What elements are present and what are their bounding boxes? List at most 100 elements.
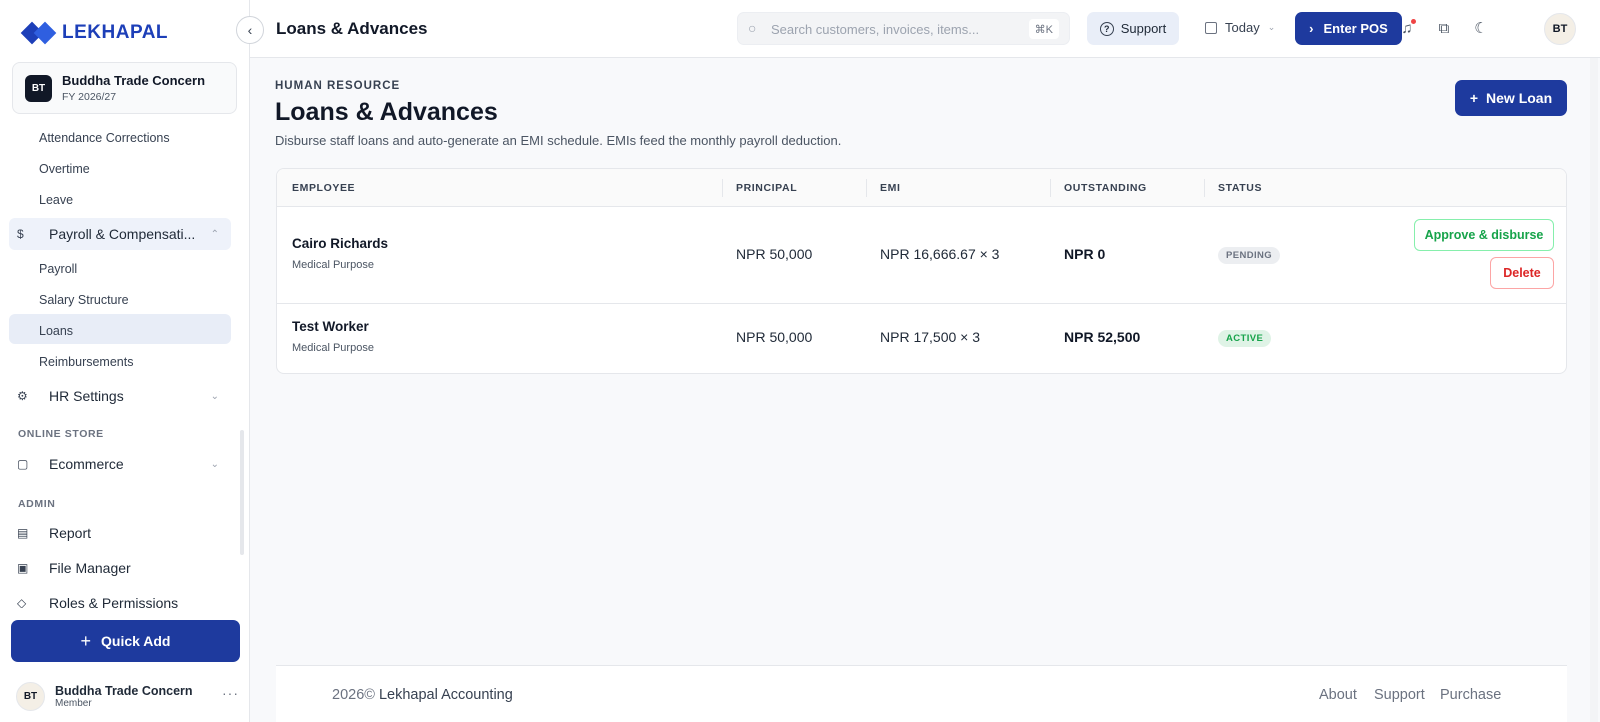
search-box[interactable]: ○ ⌘K [737,12,1070,45]
chevron-left-icon: ‹ [247,22,253,38]
column-header-employee[interactable]: EMPLOYEE [292,182,355,194]
sidebar-item-roles[interactable]: ◇ Roles & Permissions [9,587,231,608]
page-eyebrow: HUMAN RESOURCE [275,80,401,92]
sidebar-item-label: File Manager [49,560,131,576]
enter-pos-button[interactable]: › Enter POS [1295,12,1402,45]
collapse-sidebar-button[interactable]: ‹ [236,16,264,44]
outstanding-value: NPR 0 [1064,246,1106,262]
table-header: EMPLOYEE PRINCIPAL EMI OUTSTANDING STATU… [277,169,1566,207]
sidebar-group-label: Ecommerce [49,456,124,472]
avatar[interactable]: BT [1544,13,1576,45]
sidebar: LEKHAPAL BT Buddha Trade Concern FY 2026… [0,0,250,722]
topbar: Loans & Advances ○ ⌘K ? Support Today ⌄ … [250,0,1600,58]
theme-toggle[interactable]: ☾ [1471,18,1491,38]
support-label: Support [1120,21,1167,36]
sidebar-group-ecommerce[interactable]: ▢ Ecommerce ⌄ [9,448,231,480]
notifications-button[interactable]: ♫ [1397,18,1417,38]
sidebar-group-label: Payroll & Compensati... [49,226,196,242]
column-divider [1204,179,1205,197]
user-menu[interactable]: BT Buddha Trade Concern Member ··· [16,680,241,712]
open-external-button[interactable]: ⧉ [1434,18,1454,38]
approve-disburse-button[interactable]: Approve & disburse [1414,219,1554,251]
cart-icon: ▢ [17,457,29,471]
table-row[interactable]: Test Worker Medical Purpose NPR 50,000 N… [277,304,1566,373]
sidebar-item-file-manager[interactable]: ▣ File Manager [9,552,231,584]
plus-icon: + [80,630,91,651]
sidebar-group-payroll[interactable]: $ Payroll & Compensati... ⌃ [9,218,231,250]
sidebar-item-reimbursements[interactable]: Reimbursements [39,355,133,369]
emi-value: NPR 16,666.67 × 3 [880,246,1000,262]
principal-value: NPR 50,000 [736,329,813,345]
org-switcher[interactable]: BT Buddha Trade Concern FY 2026/27 [12,62,237,114]
search-input[interactable] [771,19,1021,39]
employee-name: Test Worker [292,319,369,334]
copyright-company: Lekhapal Accounting [378,687,513,703]
chevron-down-icon: ⌄ [1267,22,1276,32]
date-filter[interactable]: Today ⌄ [1205,20,1275,35]
plus-icon: + [1469,90,1479,106]
footer-link-support[interactable]: Support [1374,687,1425,703]
avatar: BT [16,681,45,711]
sidebar-group-hr-settings[interactable]: ⚙ HR Settings ⌄ [9,380,231,412]
footer-link-purchase[interactable]: Purchase [1440,687,1501,703]
column-header-outstanding[interactable]: OUTSTANDING [1064,182,1147,194]
footer-link-about[interactable]: About [1319,687,1357,703]
emi-value: NPR 17,500 × 3 [880,329,981,345]
column-divider [722,179,723,197]
outstanding-value: NPR 52,500 [1064,329,1141,345]
sidebar-item-label: Report [49,525,92,541]
principal-value: NPR 50,000 [736,246,813,262]
sidebar-item-payroll[interactable]: Payroll [39,262,77,276]
settings-icon: ⚙ [17,389,28,403]
page-footer: 2026© Lekhapal Accounting About Support … [276,665,1567,722]
page-title: Loans & Advances [275,98,498,126]
column-header-principal[interactable]: PRINCIPAL [736,182,797,194]
sidebar-item-label: Roles & Permissions [49,595,179,608]
section-online-store: ONLINE STORE [18,428,104,440]
page-scrollbar[interactable] [1590,58,1598,722]
shield-icon: ◇ [17,596,27,608]
brand-name: LEKHAPAL [62,22,169,43]
sidebar-item-attendance-corrections[interactable]: Attendance Corrections [39,131,170,145]
user-name: Buddha Trade Concern [55,683,193,698]
quick-add-label: Quick Add [101,633,171,649]
column-header-emi[interactable]: EMI [880,182,900,194]
org-name: Buddha Trade Concern [62,73,206,88]
table-row[interactable]: Cairo Richards Medical Purpose NPR 50,00… [277,207,1566,304]
chart-icon: ▤ [17,526,29,540]
topbar-title: Loans & Advances [276,19,428,38]
section-admin: ADMIN [18,498,56,510]
sidebar-item-salary-structure[interactable]: Salary Structure [39,293,129,307]
quick-add-button[interactable]: + Quick Add [11,620,240,662]
sidebar-item-leave[interactable]: Leave [39,193,73,207]
date-filter-label: Today [1225,20,1260,35]
copyright: 2026© Lekhapal Accounting [332,687,513,703]
chevron-right-icon: › [1309,21,1314,36]
new-loan-button[interactable]: + New Loan [1455,80,1567,116]
sidebar-item-loans[interactable]: Loans [39,324,73,338]
loan-purpose: Medical Purpose [292,259,374,271]
delete-button[interactable]: Delete [1490,257,1554,289]
moon-icon: ☾ [1474,20,1488,37]
column-divider [866,179,867,197]
sidebar-item-overtime[interactable]: Overtime [39,162,90,176]
loan-purpose: Medical Purpose [292,342,374,354]
payroll-icon: $ [17,227,24,241]
chevron-down-icon: ⌄ [210,390,219,402]
column-header-status[interactable]: STATUS [1218,182,1262,194]
search-icon: ○ [748,20,757,36]
notification-dot [1411,19,1416,24]
sidebar-scrollbar[interactable] [240,430,244,555]
brand-logo[interactable]: LEKHAPAL [20,20,169,46]
calendar-icon [1205,21,1217,34]
shortcut-hint: ⌘K [1028,19,1059,39]
more-options-icon[interactable]: ··· [222,685,239,701]
loans-table: EMPLOYEE PRINCIPAL EMI OUTSTANDING STATU… [276,168,1567,374]
new-loan-label: New Loan [1486,90,1553,106]
support-button[interactable]: ? Support [1087,12,1179,45]
org-fiscal-year: FY 2026/27 [62,91,117,103]
chevron-up-icon: ⌃ [210,228,219,240]
sidebar-item-report[interactable]: ▤ Report [9,517,231,549]
chevron-down-icon: ⌄ [210,458,219,470]
status-badge: ACTIVE [1218,330,1272,347]
